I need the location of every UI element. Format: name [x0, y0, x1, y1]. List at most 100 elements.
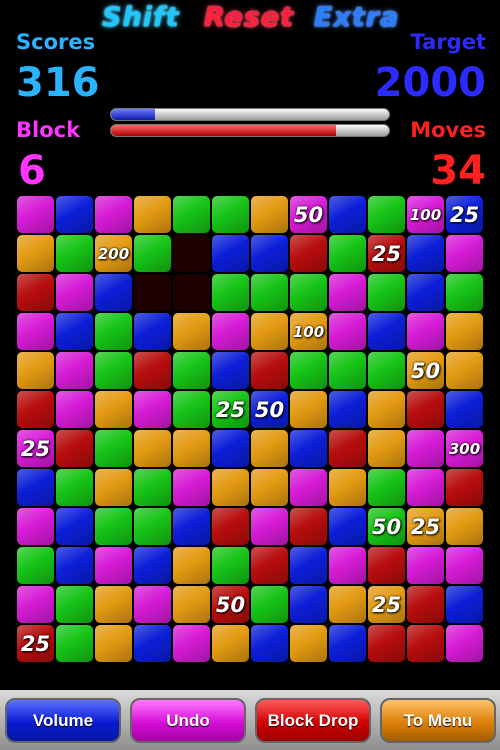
board-tile[interactable]: 200 [95, 235, 132, 272]
board-tile[interactable] [407, 586, 444, 623]
board-tile[interactable] [56, 430, 93, 467]
board-tile[interactable] [56, 586, 93, 623]
board-tile[interactable] [17, 508, 54, 545]
board-tile[interactable]: 50 [290, 196, 327, 233]
board-tile[interactable] [212, 274, 249, 311]
board-tile[interactable] [173, 625, 210, 662]
board-tile[interactable] [407, 469, 444, 506]
board-tile[interactable] [95, 313, 132, 350]
board-tile[interactable] [17, 547, 54, 584]
board-tile[interactable] [173, 586, 210, 623]
board-tile[interactable] [407, 274, 444, 311]
board-tile[interactable] [407, 430, 444, 467]
board-tile[interactable] [173, 508, 210, 545]
board-tile[interactable]: 50 [368, 508, 405, 545]
board-tile[interactable] [368, 352, 405, 389]
board-tile[interactable] [212, 430, 249, 467]
board-tile[interactable] [17, 469, 54, 506]
board-tile[interactable] [212, 196, 249, 233]
board-tile[interactable] [446, 469, 483, 506]
board-tile[interactable] [368, 469, 405, 506]
board-tile[interactable] [329, 352, 366, 389]
board-tile[interactable] [134, 586, 171, 623]
board-tile[interactable]: 25 [212, 391, 249, 428]
board-tile[interactable] [134, 391, 171, 428]
board-tile[interactable] [134, 313, 171, 350]
board-tile[interactable] [212, 625, 249, 662]
board-tile[interactable] [17, 391, 54, 428]
board-tile[interactable] [134, 469, 171, 506]
board-tile[interactable]: 25 [368, 586, 405, 623]
board-tile[interactable] [329, 274, 366, 311]
board-tile[interactable] [368, 313, 405, 350]
board-tile[interactable]: 50 [251, 391, 288, 428]
board-tile[interactable] [95, 625, 132, 662]
board-tile[interactable] [95, 430, 132, 467]
undo-button[interactable]: Undo [130, 698, 246, 743]
board-tile[interactable] [329, 391, 366, 428]
board-tile[interactable] [251, 430, 288, 467]
board-tile[interactable] [56, 625, 93, 662]
to-menu-button[interactable]: To Menu [380, 698, 496, 743]
board-tile[interactable] [290, 235, 327, 272]
board-tile[interactable] [17, 313, 54, 350]
board-tile[interactable] [251, 235, 288, 272]
board-tile[interactable] [407, 547, 444, 584]
board-tile[interactable] [173, 391, 210, 428]
board-tile[interactable] [446, 352, 483, 389]
board-tile[interactable] [329, 586, 366, 623]
board-tile[interactable] [368, 625, 405, 662]
block-drop-button[interactable]: Block Drop [255, 698, 371, 743]
board-tile[interactable] [56, 313, 93, 350]
board-tile[interactable] [173, 547, 210, 584]
board-tile[interactable] [290, 352, 327, 389]
board-tile[interactable] [446, 547, 483, 584]
board-tile[interactable] [290, 508, 327, 545]
board-tile[interactable] [329, 430, 366, 467]
board-tile[interactable] [329, 625, 366, 662]
board-tile[interactable] [446, 625, 483, 662]
board-tile[interactable] [56, 274, 93, 311]
board-tile[interactable]: 50 [407, 352, 444, 389]
board-tile[interactable]: 25 [17, 430, 54, 467]
board-tile[interactable] [290, 391, 327, 428]
board-tile[interactable] [290, 430, 327, 467]
board-tile[interactable] [446, 391, 483, 428]
board-tile[interactable] [173, 196, 210, 233]
board-tile[interactable] [56, 196, 93, 233]
board-tile[interactable]: 100 [407, 196, 444, 233]
board-tile[interactable] [95, 352, 132, 389]
board-tile[interactable] [329, 547, 366, 584]
board-tile[interactable] [17, 235, 54, 272]
board-tile[interactable] [329, 313, 366, 350]
board-tile[interactable] [212, 547, 249, 584]
board-tile[interactable] [95, 547, 132, 584]
board-tile[interactable] [329, 196, 366, 233]
board-tile[interactable] [329, 235, 366, 272]
board-tile[interactable] [212, 352, 249, 389]
board-tile[interactable] [251, 274, 288, 311]
board-tile[interactable] [251, 547, 288, 584]
board-tile[interactable] [56, 469, 93, 506]
board-tile[interactable] [251, 586, 288, 623]
board-tile[interactable] [17, 352, 54, 389]
board-tile[interactable] [212, 469, 249, 506]
board-tile[interactable] [368, 274, 405, 311]
board-tile[interactable] [251, 625, 288, 662]
board-tile[interactable] [290, 547, 327, 584]
board-tile[interactable] [251, 469, 288, 506]
board-tile[interactable] [17, 274, 54, 311]
board-tile[interactable] [173, 352, 210, 389]
board-tile[interactable] [368, 391, 405, 428]
board-tile[interactable] [95, 469, 132, 506]
board-tile[interactable] [368, 547, 405, 584]
board-tile[interactable] [251, 508, 288, 545]
board-tile[interactable] [290, 586, 327, 623]
board-tile[interactable] [134, 625, 171, 662]
board-tile[interactable] [17, 586, 54, 623]
board-tile[interactable] [95, 274, 132, 311]
board-tile[interactable] [56, 235, 93, 272]
board-tile[interactable]: 25 [407, 508, 444, 545]
board-tile[interactable] [173, 313, 210, 350]
board-tile[interactable] [446, 586, 483, 623]
